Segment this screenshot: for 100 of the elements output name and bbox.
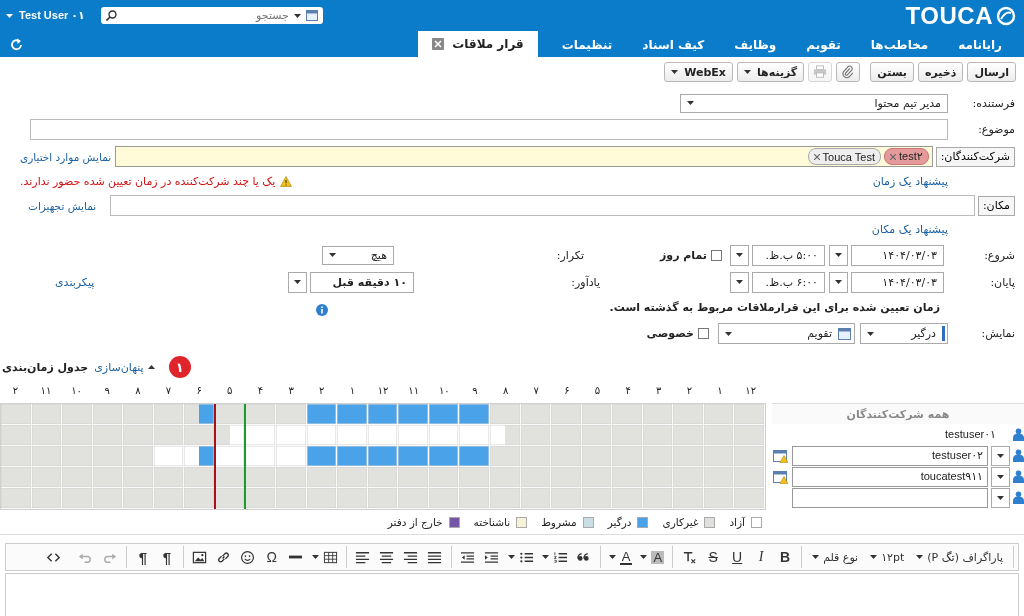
warning-text: یک یا چند شرکت‌کننده در زمان تعیین شده حضور ندارند.: [20, 174, 276, 188]
dropdown-button[interactable]: [991, 445, 1010, 466]
search-box[interactable]: جستجو: [100, 7, 323, 24]
dropdown-button[interactable]: [288, 271, 307, 293]
bold-button[interactable]: B: [774, 546, 797, 568]
caret-icon: [736, 253, 743, 257]
calendar-select[interactable]: تقویم: [718, 323, 855, 344]
hour-label: ۳: [288, 385, 294, 396]
hour-label: ۲: [12, 385, 18, 396]
status-select[interactable]: درگیر: [860, 323, 948, 344]
nav-tab[interactable]: مخاطب‌ها: [858, 33, 941, 57]
logo-icon: [996, 5, 1016, 26]
legend-label: خارج از دفتر: [387, 516, 443, 528]
hide-toggle-link[interactable]: پنهان‌سازی: [94, 360, 155, 374]
caret-icon: [743, 70, 751, 74]
nav-tab[interactable]: رایانامه: [946, 33, 1014, 57]
background-color-button[interactable]: A: [637, 546, 668, 568]
remove-icon: [890, 153, 896, 160]
paragraph-direction-button[interactable]: ¶: [155, 546, 178, 568]
caret-icon: [997, 474, 1004, 479]
user-name[interactable]: Test User ۰۱: [19, 9, 85, 22]
toolbar-dropdown[interactable]: ۱۲pt: [865, 546, 910, 568]
printer-icon: [813, 65, 828, 79]
link-icon: [216, 549, 232, 565]
nav-tab[interactable]: تنظیمات: [549, 33, 625, 57]
legend-label: غیرکاری: [662, 516, 699, 528]
italic-button[interactable]: I: [750, 546, 773, 568]
align-left-icon: [355, 549, 371, 565]
toolbar-button[interactable]: ذخیره: [918, 62, 964, 82]
location-button[interactable]: مکان:: [977, 195, 1015, 216]
section-title: جدول زمان‌بندی: [2, 360, 89, 374]
dropdown-button[interactable]: [730, 271, 749, 293]
date-field[interactable]: ۱۴۰۴/۰۳/۰۳: [851, 244, 944, 266]
toolbar-button[interactable]: بستن: [870, 62, 914, 82]
dropdown-button[interactable]: [991, 466, 1010, 487]
search-icon: [105, 10, 117, 21]
reminder-field[interactable]: ۱۰ دقیقه قبل: [310, 271, 414, 293]
nav-tab[interactable]: تقویم: [794, 33, 853, 57]
field-label: پایان:: [989, 275, 1015, 289]
nav-tab[interactable]: وظایف: [722, 33, 789, 57]
underline-button[interactable]: U: [726, 546, 749, 568]
menu-button[interactable]: WebEx: [664, 62, 733, 82]
suggest-time-link[interactable]: پیشنهاد یک زمان: [872, 174, 948, 188]
legend-label: درگیر: [607, 516, 632, 528]
caret-icon: [608, 555, 616, 559]
sender-select[interactable]: مدیر تیم محتوا: [680, 93, 948, 113]
dropdown-button[interactable]: [991, 487, 1010, 508]
person-icon: [1013, 491, 1024, 504]
align-right-icon: [403, 549, 419, 565]
time-field[interactable]: ۶:۰۰ ب.ظ.: [752, 271, 825, 293]
caret-icon: [541, 555, 549, 559]
toolbar-dropdown[interactable]: نوع قلم: [807, 546, 864, 568]
attendee-field[interactable]: [792, 487, 988, 508]
attendee-field[interactable]: toucatest۹۱۱: [792, 466, 988, 487]
calendar-icon: [838, 327, 851, 340]
hour-label: ۱۲: [377, 385, 389, 396]
dropdown-button[interactable]: [829, 271, 848, 293]
attendee-name: testuser۰۱: [945, 428, 996, 441]
subject-field[interactable]: [30, 119, 948, 140]
attach-button[interactable]: [836, 62, 861, 82]
caret-icon: [640, 555, 648, 559]
hour-label: ۶: [196, 385, 202, 396]
caret-icon: [687, 101, 694, 105]
info-icon: [316, 304, 328, 316]
checkbox[interactable]: [711, 249, 722, 261]
date-field[interactable]: ۱۴۰۴/۰۳/۰۳: [851, 271, 944, 293]
attendee-chip[interactable]: Touca Test: [807, 148, 881, 165]
attendees-button[interactable]: شرکت‌کنندگان:: [935, 146, 1015, 167]
special-character-button[interactable]: Ω: [260, 546, 283, 568]
caret-icon: [812, 555, 820, 559]
nav-tab[interactable]: قرار ملاقات: [418, 31, 538, 57]
refresh-button[interactable]: [10, 38, 23, 51]
equipment-link[interactable]: نمایش تجهیزات: [28, 199, 97, 212]
dropdown-button[interactable]: [829, 244, 848, 266]
close-icon: [432, 38, 445, 50]
caret-icon: [870, 555, 878, 559]
configure-link[interactable]: پیکربندی: [55, 275, 95, 289]
optional-link[interactable]: نمایش موارد اختیاری: [20, 150, 112, 163]
toolbar-dropdown[interactable]: پاراگراف (تگ P): [911, 546, 1008, 568]
dropdown-button[interactable]: [730, 244, 749, 266]
hour-label: ۱۰: [71, 385, 82, 396]
attendee-chip[interactable]: test۲: [884, 148, 929, 165]
attendee-field[interactable]: testuser۰۲: [792, 445, 988, 466]
text-color-button[interactable]: A: [605, 546, 636, 568]
suggest-location-link[interactable]: پیشنهاد یک مکان: [871, 222, 948, 236]
caret-icon: [294, 280, 301, 284]
paragraph-direction-button[interactable]: ¶: [131, 546, 154, 568]
legend-label: ناشناخته: [473, 516, 511, 528]
toolbar-button[interactable]: ارسال: [967, 62, 1016, 82]
calendar-icon: [305, 10, 318, 21]
repeat-select[interactable]: هیچ: [322, 245, 394, 265]
location-field[interactable]: [110, 195, 975, 216]
numbered-icon: [552, 549, 568, 565]
checkbox[interactable]: [698, 328, 709, 339]
hour-label: ۵: [227, 385, 233, 396]
strikethrough-button[interactable]: S: [702, 546, 725, 568]
time-field[interactable]: ۵:۰۰ ب.ظ.: [752, 244, 825, 266]
search-field[interactable]: جستجو: [138, 9, 289, 22]
nav-tab[interactable]: کیف اسناد: [630, 33, 717, 57]
menu-button[interactable]: گزینه‌ها: [736, 62, 805, 82]
